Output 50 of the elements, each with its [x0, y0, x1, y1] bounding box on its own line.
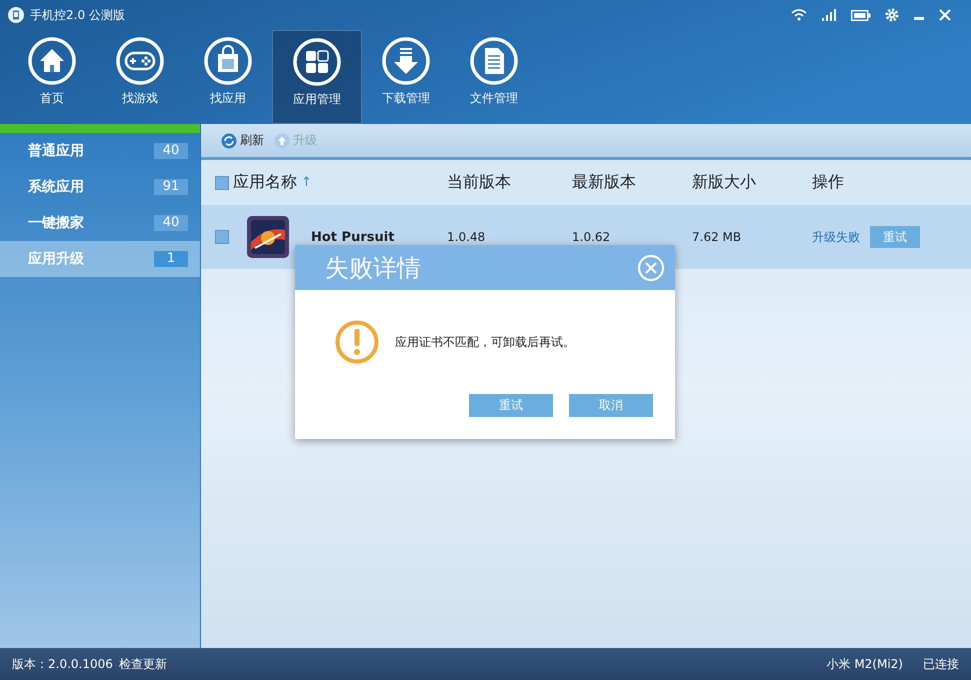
device-name: 小米 M2(Mi2)	[826, 656, 903, 672]
window-title: 手机控2.0 公测版	[30, 6, 125, 24]
table-cell: 1.0.62	[572, 230, 610, 244]
nav-tab[interactable]: 首页	[8, 30, 96, 124]
check-update-link[interactable]: 检查更新	[118, 656, 167, 672]
count-badge: 40	[154, 215, 188, 231]
status-text: 升级失败	[812, 228, 860, 246]
column-header: 新版大小	[692, 172, 756, 193]
sidebar-item[interactable]: 系统应用 91	[0, 169, 200, 205]
dialog-message: 应用证书不匹配，可卸载后再试。	[395, 334, 575, 350]
app-name: Hot Pursuit	[311, 230, 394, 244]
nav-tab[interactable]: 文件管理	[450, 30, 538, 124]
gamepad-icon	[115, 36, 165, 86]
nav-tab[interactable]: 应用管理	[272, 30, 362, 124]
close-icon[interactable]	[939, 9, 951, 21]
sidebar-item[interactable]: 应用升级 1	[0, 241, 200, 277]
settings-icon[interactable]	[885, 8, 899, 22]
grid-icon	[292, 37, 342, 87]
nav-tab[interactable]: 找游戏	[96, 30, 184, 124]
select-all-checkbox[interactable]	[215, 176, 229, 190]
version-text: 版本：2.0.0.1006	[12, 656, 113, 672]
column-header: 操作	[812, 172, 844, 193]
dialog-title: 失败详情	[325, 252, 421, 284]
sidebar-item[interactable]: 普通应用 40	[0, 133, 200, 169]
column-header: 当前版本	[447, 172, 511, 193]
nav-tab[interactable]: 下载管理	[362, 30, 450, 124]
column-header: 最新版本	[572, 172, 636, 193]
wifi-icon	[791, 9, 807, 21]
refresh-icon	[221, 132, 237, 148]
battery-icon	[851, 10, 871, 20]
download-icon	[381, 36, 431, 86]
row-checkbox[interactable]	[215, 230, 229, 244]
house-icon	[27, 36, 77, 86]
column-header[interactable]: 应用名称	[233, 172, 297, 193]
sort-indicator: ↑	[301, 175, 312, 190]
app-logo-icon	[8, 7, 24, 23]
toolbar-button[interactable]: 刷新	[221, 132, 264, 149]
count-badge: 40	[154, 143, 188, 159]
nav-tab[interactable]: 找应用	[184, 30, 272, 124]
count-badge: 91	[154, 179, 188, 195]
document-icon	[469, 36, 519, 86]
shopping-bag-icon	[203, 36, 253, 86]
count-badge: 1	[154, 251, 188, 267]
sidebar-item[interactable]: 一键搬家 40	[0, 205, 200, 241]
warning-icon	[335, 320, 379, 364]
connection-status: 已连接	[923, 656, 959, 672]
app-icon	[247, 216, 289, 258]
table-cell: 7.62 MB	[692, 230, 742, 244]
signal-icon	[821, 9, 837, 21]
table-cell: 1.0.48	[447, 230, 486, 244]
